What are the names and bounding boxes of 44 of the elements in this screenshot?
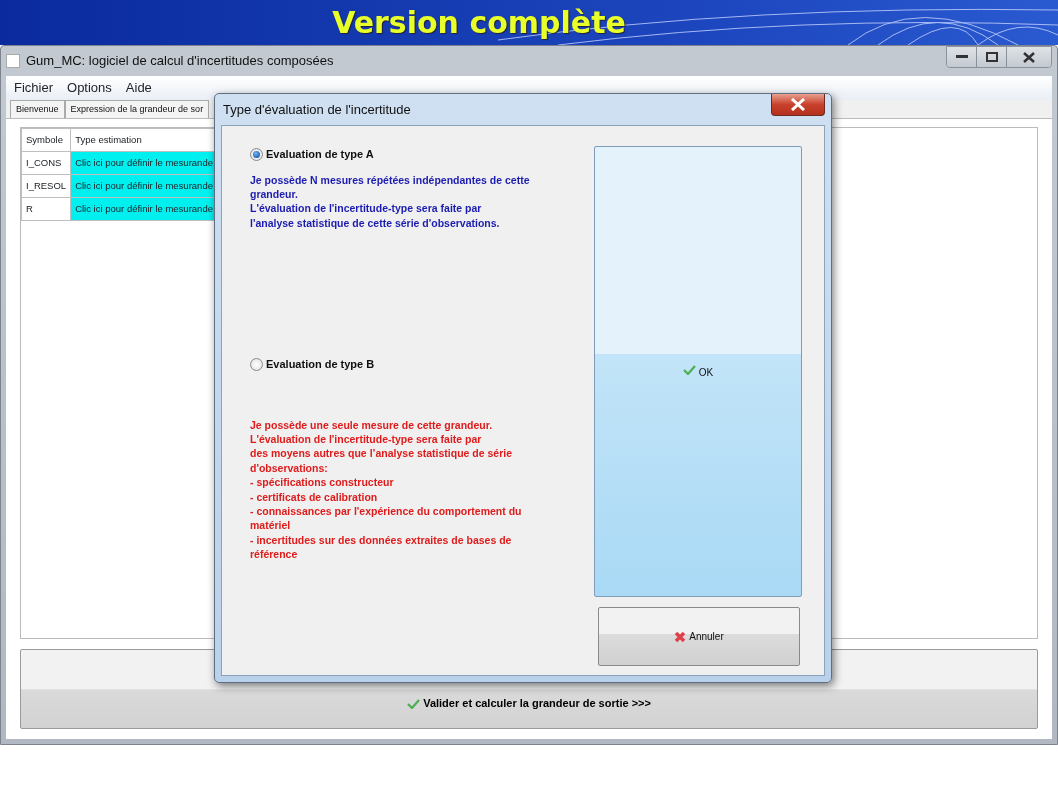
check-icon bbox=[682, 365, 696, 375]
table-cell: R bbox=[21, 197, 71, 221]
description-text: - certificats de calibration bbox=[250, 489, 379, 505]
tab[interactable]: Bienvenue bbox=[10, 100, 65, 118]
close-button[interactable] bbox=[771, 94, 825, 116]
table-cell: I_RESOL bbox=[21, 174, 71, 198]
description-text: d'observations: bbox=[250, 460, 329, 476]
dialog-title: Type d'évaluation de l'incertitude bbox=[223, 100, 411, 119]
description-text: l'analyse statistique de cette série d'observations. bbox=[250, 215, 501, 231]
description-text: L'évaluation de l'incertitude-type sera faite par bbox=[250, 432, 483, 447]
table-cell: I_CONS bbox=[21, 151, 71, 175]
description-text: grandeur. bbox=[250, 186, 299, 202]
description-text: matériel bbox=[250, 518, 292, 533]
description-text: référence bbox=[250, 547, 299, 562]
radio-button[interactable] bbox=[250, 147, 263, 161]
maximize-icon bbox=[985, 52, 998, 62]
description-text: - spécifications constructeur bbox=[250, 475, 395, 490]
close-button[interactable] bbox=[1007, 47, 1051, 67]
minimize-icon bbox=[955, 55, 968, 59]
description-text: Je possède une seule mesure de cette grandeur. bbox=[250, 417, 494, 433]
description-text: - connaissances par l'expérience du comportement du bbox=[250, 504, 523, 519]
description-text: - incertitudes sur des données extraites de bases de bbox=[250, 532, 513, 548]
maximize-button[interactable] bbox=[977, 47, 1007, 67]
cancel-icon bbox=[674, 630, 687, 643]
radio-button[interactable] bbox=[250, 357, 263, 371]
close-icon bbox=[1023, 51, 1035, 63]
cancel-button[interactable]: Annuler bbox=[598, 607, 800, 666]
description-text: Je possède N mesures répétées indépendantes de cette bbox=[250, 172, 531, 187]
ok-button[interactable]: OK bbox=[594, 146, 802, 597]
check-icon bbox=[407, 699, 421, 710]
description-text: des moyens autres que l’analyse statistique de série bbox=[250, 446, 514, 461]
menu-item[interactable]: Fichier bbox=[14, 78, 53, 98]
menu-item[interactable]: Aide bbox=[125, 78, 152, 98]
radio-option[interactable]: Evaluation de type A bbox=[250, 146, 584, 163]
description-text: L'évaluation de l'incertitude-type sera faite par bbox=[250, 201, 483, 216]
close-icon bbox=[790, 98, 806, 111]
minimize-button[interactable] bbox=[947, 47, 977, 67]
banner-title: Version complète bbox=[332, 4, 626, 42]
tab[interactable]: Expression de la grandeur de sor bbox=[64, 100, 210, 118]
column-header: Symbole bbox=[21, 128, 71, 152]
app-icon bbox=[6, 54, 20, 68]
menu-item[interactable]: Options bbox=[67, 78, 112, 98]
radio-option[interactable]: Evaluation de type B bbox=[250, 356, 584, 373]
window-title: Gum_MC: logiciel de calcul d'incertitudes composées bbox=[26, 52, 334, 71]
